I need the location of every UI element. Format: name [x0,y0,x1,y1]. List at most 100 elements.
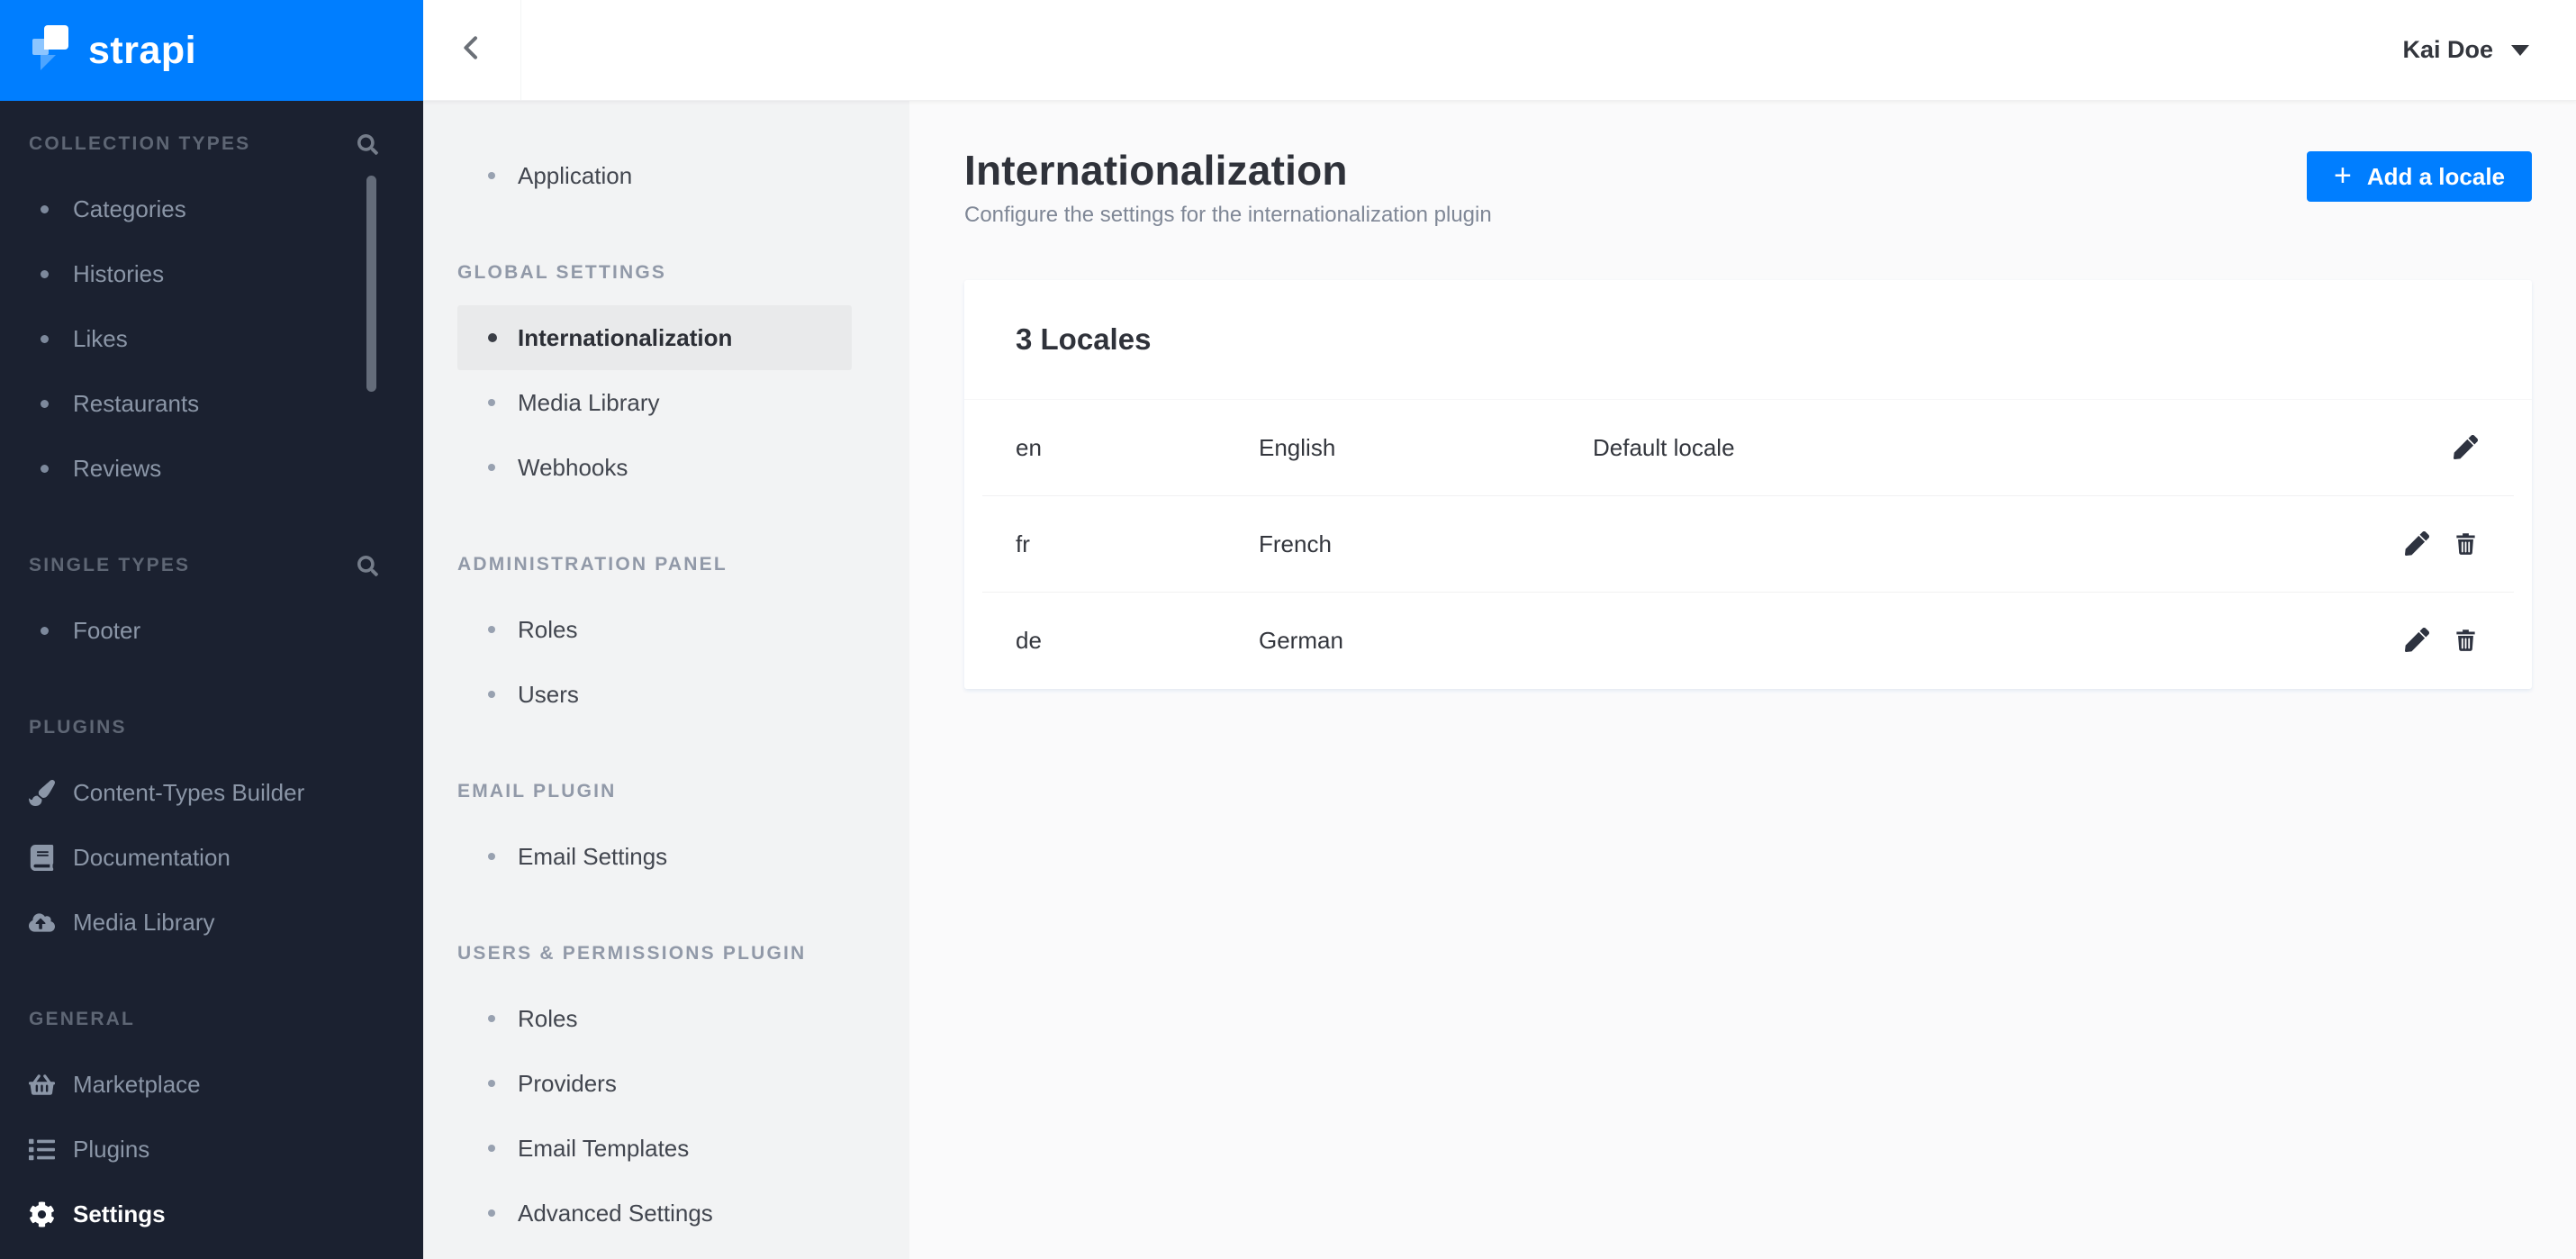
settings-nav-item-label: Providers [518,1069,617,1097]
row-actions [2401,626,2481,657]
sidebar-item-content-types-builder[interactable]: Content-Types Builder [0,760,423,825]
sidebar-item-documentation[interactable]: Documentation [0,825,423,890]
sidebar-section-label: SINGLE TYPES [29,555,191,575]
bullet-icon [41,269,49,278]
add-locale-button[interactable]: + Add a locale [2306,151,2532,202]
book-icon [27,843,56,872]
cloud-upload-icon [27,908,56,937]
bullet-icon [488,399,495,406]
bullet-icon [41,399,49,408]
locales-card: 3 Locales en English Default locale fr Frenc… [964,280,2532,689]
paint-brush-icon [27,778,56,807]
back-button[interactable] [423,0,521,100]
bullet-icon [488,1209,495,1217]
bullet-icon [488,1080,495,1087]
pencil-icon [2404,627,2429,655]
search-icon[interactable] [357,133,378,155]
sidebar-item-marketplace[interactable]: Marketplace [0,1052,423,1117]
user-menu[interactable]: Kai Doe [2402,36,2576,64]
settings-nav-item-webhooks[interactable]: Webhooks [457,435,852,500]
strapi-logo-text: strapi [88,28,197,72]
pencil-icon [2404,530,2429,558]
locales-table: en English Default locale fr French de German [964,400,2532,689]
chevron-down-icon [2511,44,2529,56]
app: { "brand": { "logo_text": "strapi", "log… [0,0,2576,1259]
settings-nav-item-label: Email Settings [518,842,668,870]
sidebar-section: COLLECTION TYPES Categories Histories Likes… [0,112,423,501]
settings-nav-item-label: Email Templates [518,1134,690,1162]
sidebar-item-media-library[interactable]: Media Library [0,890,423,955]
sidebar-item-reviews[interactable]: Reviews [0,436,423,501]
sidebar-section-label: COLLECTION TYPES [29,133,251,154]
bullet-icon [41,626,49,635]
trash-icon [2454,628,2478,655]
sidebar-item-settings[interactable]: Settings [0,1182,423,1246]
settings-nav-item-users[interactable]: Users [457,662,852,727]
sidebar-section-label: PLUGINS [29,717,127,738]
settings-nav-group: EMAIL PLUGIN Email Settings [423,759,909,889]
delete-locale-button[interactable] [2450,530,2481,560]
bullet-icon [488,1015,495,1022]
sidebar-item-label: Restaurants [73,389,200,417]
settings-nav-group-header: GLOBAL SETTINGS [457,262,667,283]
settings-nav-item-providers[interactable]: Providers [457,1051,852,1116]
sidebar-item-label: Documentation [73,843,230,871]
sidebar-item-label: Content-Types Builder [73,778,305,806]
settings-nav-item-internationalization[interactable]: Internationalization [457,305,852,370]
strapi-logo-icon [32,25,68,76]
sidebar-section-label: GENERAL [29,1009,136,1029]
bullet-icon [488,333,497,342]
locale-code: fr [1016,530,1030,557]
main-content: Internationalization Configure the setti… [909,101,2576,1259]
user-name: Kai Doe [2402,36,2493,63]
page-subtitle: Configure the settings for the internati… [964,203,1492,227]
sidebar-section-header: SINGLE TYPES [0,533,423,598]
search-icon[interactable] [357,555,378,576]
plus-icon: + [2333,158,2352,193]
settings-nav-item-label: Roles [518,1004,578,1032]
topbar: Kai Doe [423,0,2576,101]
sidebar-section-header: PLUGINS [0,695,423,760]
settings-nav-group: Application [423,143,909,208]
sidebar-item-label: Footer [73,616,141,644]
sidebar-section-header: COLLECTION TYPES [0,112,423,177]
settings-nav-item-label: Webhooks [518,453,628,481]
row-actions [2401,530,2481,560]
delete-locale-button[interactable] [2450,626,2481,657]
sidebar-item-label: Settings [73,1200,166,1227]
strapi-logo[interactable]: strapi [0,0,423,101]
sidebar-scrollbar[interactable] [366,176,376,392]
edit-locale-button[interactable] [2401,530,2432,560]
main-sidebar-nav: COLLECTION TYPES Categories Histories Likes… [0,101,423,1246]
settings-nav-item-application[interactable]: Application [457,143,852,208]
sidebar-item-label: Histories [73,259,165,287]
bullet-icon [488,626,495,633]
sidebar-item-label: Marketplace [73,1070,201,1098]
edit-locale-button[interactable] [2401,626,2432,657]
settings-nav-group: ADMINISTRATION PANEL Roles Users [423,532,909,727]
edit-locale-button[interactable] [2450,433,2481,464]
sidebar-item-label: Reviews [73,454,162,482]
page-header-titles: Internationalization Configure the setti… [964,146,1492,228]
sidebar-section-header: GENERAL [0,987,423,1052]
settings-nav-item-advanced-settings[interactable]: Advanced Settings [457,1181,852,1245]
locale-code: de [1016,627,1042,654]
settings-nav-item-roles[interactable]: Roles [457,986,852,1051]
bullet-icon [41,204,49,213]
sidebar-item-footer[interactable]: Footer [0,598,423,663]
settings-nav-item-label: Roles [518,615,578,643]
settings-nav-item-email-templates[interactable]: Email Templates [457,1116,852,1181]
sidebar-item-likes[interactable]: Likes [0,306,423,371]
table-row: en English Default locale [964,400,2532,496]
main-sidebar: strapi COLLECTION TYPES Categories Histori… [0,0,423,1259]
settings-nav-item-media-library[interactable]: Media Library [457,370,852,435]
sidebar-item-plugins[interactable]: Plugins [0,1117,423,1182]
settings-nav-group-header: EMAIL PLUGIN [457,781,617,802]
sidebar-item-label: Categories [73,195,186,222]
sidebar-item-histories[interactable]: Histories [0,241,423,306]
sidebar-item-restaurants[interactable]: Restaurants [0,371,423,436]
settings-nav-item-label: Media Library [518,388,660,416]
settings-nav-item-email-settings[interactable]: Email Settings [457,824,852,889]
settings-nav-item-roles[interactable]: Roles [457,597,852,662]
sidebar-item-categories[interactable]: Categories [0,177,423,241]
